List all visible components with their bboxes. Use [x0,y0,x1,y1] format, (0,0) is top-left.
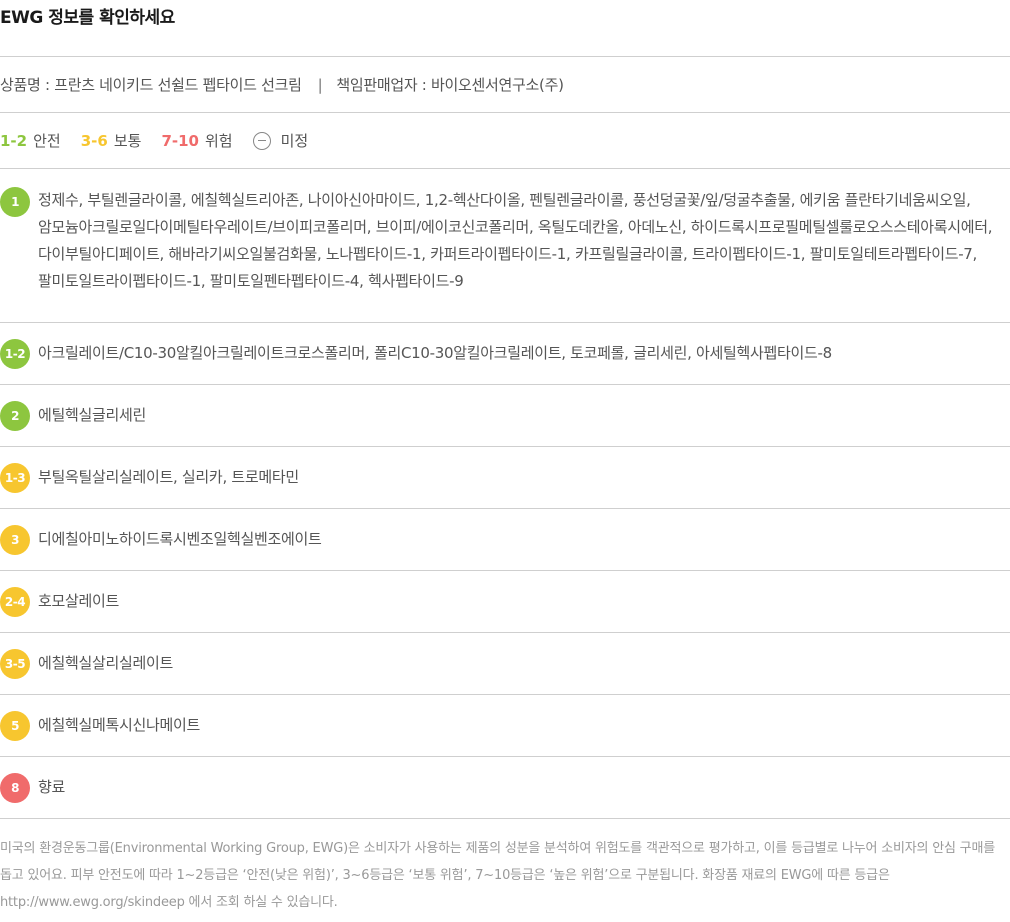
separator: | [317,75,323,94]
ingredient-list: 호모살레이트 [38,592,120,610]
ingredient-row: 8 향료 [0,757,1010,819]
ingredient-row: 3 디에칠아미노하이드록시벤조일헥실벤조에이트 [0,509,1010,571]
ewg-info-panel: EWG 정보를 확인하세요 상품명 : 프란츠 네이키드 선쉴드 펩타이드 선크… [0,0,1010,922]
legend-undetermined-label: 미정 [280,132,309,150]
ingredient-list: 디에칠아미노하이드록시벤조일헥실벤조에이트 [38,530,322,548]
legend-safe-label: 안전 [33,132,61,150]
ingredient-row: 1-2 아크릴레이트/C10-30알킬아크릴레이트크로스폴리머, 폴리C10-3… [0,323,1010,385]
product-name: 상품명 : 프란츠 네이키드 선쉴드 펩타이드 선크림 [0,76,302,94]
ingredient-list: 에칠헥실메톡시신나메이트 [38,716,201,734]
ingredient-row: 5 에칠헥실메톡시신나메이트 [0,695,1010,757]
ingredient-list: 부틸옥틸살리실레이트, 실리카, 트로메타민 [38,468,299,486]
grade-badge: 3-5 [0,648,30,679]
grade-badge: 2 [0,400,30,431]
legend-danger-label: 위험 [204,132,233,150]
legend-moderate-range: 3-6 [80,131,108,150]
grade-badge: 1-2 [0,338,30,369]
ingredient-list: 아크릴레이트/C10-30알킬아크릴레이트크로스폴리머, 폴리C10-30알킬아… [38,344,832,362]
seller-name: 책임판매업자 : 바이오센서연구소(주) [336,76,564,94]
page-title: EWG 정보를 확인하세요 [0,0,1010,57]
grade-badge: 2-4 [0,586,30,617]
ingredient-row: 1-3 부틸옥틸살리실레이트, 실리카, 트로메타민 [0,447,1010,509]
ingredient-list: 에칠헥실살리실레이트 [38,654,174,672]
legend-safe-range: 1-2 [0,131,28,150]
grade-badge: 8 [0,772,30,803]
ingredient-row: 3-5 에칠헥실살리실레이트 [0,633,1010,695]
legend-moderate-label: 보통 [113,132,142,150]
grade-badge: 5 [0,710,30,741]
grade-legend: 1-2 안전 3-6 보통 7-10 위험 미정 [0,113,1010,169]
ingredient-row: 2 에틸헥실글리세린 [0,385,1010,447]
ingredient-row: 1 정제수, 부틸렌글라이콜, 에칠헥실트리아존, 나이아신아마이드, 1,2-… [0,169,1010,323]
ingredient-list: 향료 [38,778,66,796]
grade-badge: 3 [0,524,30,555]
ingredient-row: 2-4 호모살레이트 [0,571,1010,633]
grade-badge: 1-3 [0,462,30,493]
legend-danger-range: 7-10 [161,131,199,150]
grade-badge: 1 [0,187,30,217]
ewg-footnote: 미국의 환경운동그룹(Environmental Working Group, … [0,841,995,910]
ingredient-list: 정제수, 부틸렌글라이콜, 에칠헥실트리아존, 나이아신아마이드, 1,2-헥산… [38,191,993,290]
product-info: 상품명 : 프란츠 네이키드 선쉴드 펩타이드 선크림 | 책임판매업자 : 바… [0,57,1010,113]
minus-circle-icon [252,131,271,150]
ingredient-list: 에틸헥실글리세린 [38,406,147,424]
